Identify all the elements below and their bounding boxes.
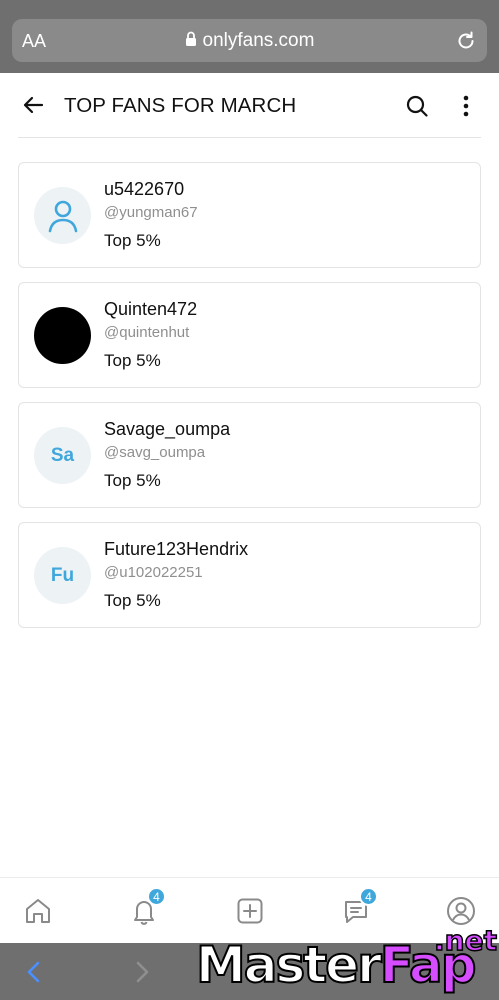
notification-badge: 4 — [147, 887, 166, 906]
fan-handle: @u102022251 — [104, 564, 203, 581]
nav-notifications[interactable]: 4 — [127, 887, 166, 928]
search-button[interactable] — [402, 91, 432, 121]
home-icon — [26, 899, 50, 923]
reload-icon[interactable] — [455, 30, 477, 52]
url-display[interactable]: onlyfans.com — [0, 30, 499, 52]
fan-list: u5422670 @yungman67 Top 5% Quinten472 @q… — [18, 162, 481, 642]
nav-home[interactable] — [21, 894, 55, 928]
fan-card[interactable]: Sa Savage_oumpa @savg_oumpa Top 5% — [18, 402, 481, 508]
plus-square-icon — [237, 898, 263, 924]
profile-icon — [447, 897, 475, 925]
watermark-text: MasterFap — [195, 935, 477, 995]
nav-messages[interactable]: 4 — [339, 887, 378, 928]
search-icon — [406, 95, 428, 117]
fan-card[interactable]: Quinten472 @quintenhut Top 5% — [18, 282, 481, 388]
fan-rank: Top 5% — [104, 351, 161, 370]
message-badge: 4 — [359, 887, 378, 906]
more-options-button[interactable] — [452, 91, 480, 121]
browser-back-icon[interactable] — [24, 961, 44, 983]
fan-name[interactable]: Quinten472 — [104, 299, 197, 320]
fan-card[interactable]: Fu Future123Hendrix @u102022251 Top 5% — [18, 522, 481, 628]
header-divider — [18, 137, 481, 138]
back-button[interactable] — [18, 90, 48, 120]
avatar[interactable]: Sa — [34, 427, 91, 484]
url-text: onlyfans.com — [202, 30, 315, 51]
avatar[interactable]: Fu — [34, 547, 91, 604]
fan-name[interactable]: Savage_oumpa — [104, 419, 230, 440]
fan-card[interactable]: u5422670 @yungman67 Top 5% — [18, 162, 481, 268]
fan-handle: @quintenhut — [104, 324, 190, 341]
nav-add-post[interactable] — [233, 894, 267, 928]
watermark: MasterFap .net — [195, 923, 499, 1000]
fan-name[interactable]: u5422670 — [104, 179, 184, 200]
avatar[interactable] — [34, 307, 91, 364]
user-icon — [48, 200, 77, 232]
fan-name[interactable]: Future123Hendrix — [104, 539, 248, 560]
fan-handle: @savg_oumpa — [104, 444, 206, 461]
fan-rank: Top 5% — [104, 591, 161, 610]
more-vertical-icon — [463, 95, 469, 117]
avatar-initials: Sa — [50, 444, 75, 466]
arrow-left-icon — [23, 96, 44, 114]
app-header: TOP FANS FOR MARCH — [0, 73, 499, 138]
browser-top-bar: AA onlyfans.com — [0, 0, 499, 73]
fan-handle: @yungman67 — [104, 204, 198, 221]
fan-rank: Top 5% — [104, 231, 161, 250]
watermark-suffix: .net — [433, 923, 497, 958]
nav-profile[interactable] — [444, 894, 478, 928]
lock-icon — [185, 31, 196, 46]
avatar[interactable] — [34, 187, 91, 244]
fan-rank: Top 5% — [104, 471, 161, 490]
page-title: TOP FANS FOR MARCH — [64, 94, 297, 117]
avatar-initials: Fu — [50, 564, 75, 586]
browser-forward-icon[interactable] — [132, 961, 152, 983]
